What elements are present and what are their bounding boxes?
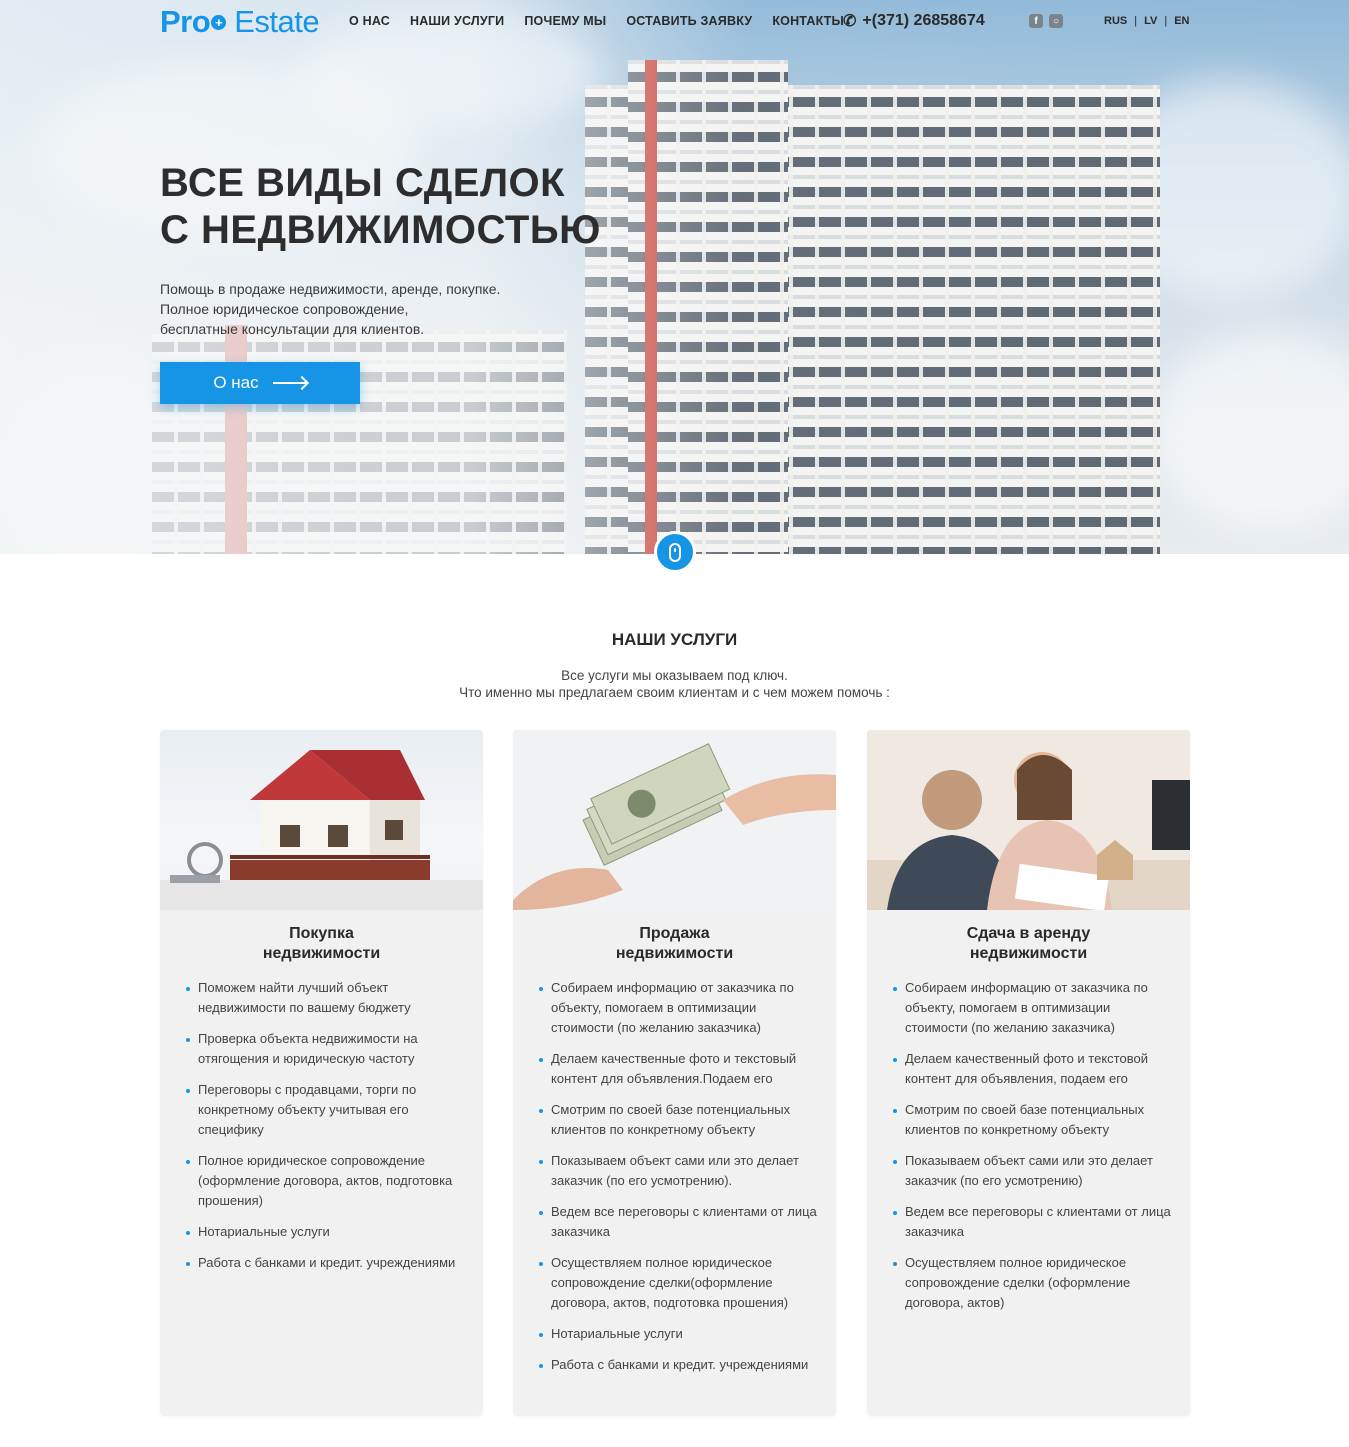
facebook-icon[interactable]: f xyxy=(1029,14,1043,28)
phone-icon: ✆ xyxy=(843,13,857,30)
list-item: Осуществляем полное юридическое сопровож… xyxy=(893,1253,1172,1313)
house-keys-image xyxy=(160,730,483,910)
services-title: НАШИ УСЛУГИ xyxy=(611,630,738,649)
about-button[interactable]: О нас xyxy=(160,362,360,404)
hero-text-line: Полное юридическое сопровождение, xyxy=(160,301,409,317)
lang-separator: | xyxy=(1164,15,1168,27)
list-item: Смотрим по своей базе потенциальных клие… xyxy=(893,1100,1172,1140)
logo-estate: Estate xyxy=(234,4,320,39)
service-card-sell: Продажа недвижимости Собираем информацию… xyxy=(513,730,836,1416)
card-title: Покупка недвижимости xyxy=(160,924,483,964)
nav-about[interactable]: О НАС xyxy=(349,14,390,28)
lang-rus[interactable]: RUS xyxy=(1104,15,1127,27)
card-title: Сдача в аренду недвижимости xyxy=(867,924,1190,964)
phone-number: +(371) 26858674 xyxy=(862,12,985,29)
lang-en[interactable]: EN xyxy=(1174,15,1189,27)
main-nav: О НАС НАШИ УСЛУГИ ПОЧЕМУ МЫ ОСТАВИТЬ ЗАЯ… xyxy=(349,14,844,28)
nav-why-us[interactable]: ПОЧЕМУ МЫ xyxy=(524,14,606,28)
language-switcher: RUS | LV | EN xyxy=(1104,15,1189,27)
logo-plus-icon: + xyxy=(211,14,227,30)
services-subtitle: Все услуги мы оказываем под ключ. Что им… xyxy=(0,667,1349,701)
nav-request[interactable]: ОСТАВИТЬ ЗАЯВКУ xyxy=(626,14,752,28)
money-hands-image xyxy=(513,730,836,910)
nav-services[interactable]: НАШИ УСЛУГИ xyxy=(410,14,504,28)
card-list: Собираем информацию от заказчика по объе… xyxy=(539,978,818,1375)
mouse-icon xyxy=(669,542,681,562)
list-item: Делаем качественные фото и текстовый кон… xyxy=(539,1049,818,1089)
hero-text-line: Помощь в продаже недвижимости, аренде, п… xyxy=(160,281,501,297)
list-item: Смотрим по своей базе потенциальных клие… xyxy=(539,1100,818,1140)
nav-contacts[interactable]: КОНТАКТЫ xyxy=(772,14,844,28)
card-list: Собираем информацию от заказчика по объе… xyxy=(893,978,1172,1313)
hero-title-line: С НЕДВИЖИМОСТЬЮ xyxy=(160,208,601,252)
list-item: Показываем объект сами или это делает за… xyxy=(893,1151,1172,1191)
scroll-down-button[interactable] xyxy=(654,531,696,573)
list-item: Делаем качественный фото и текстовой кон… xyxy=(893,1049,1172,1089)
card-title-line: недвижимости xyxy=(969,945,1088,962)
hero-title-line: ВСЕ ВИДЫ СДЕЛОК xyxy=(160,161,566,205)
instagram-icon[interactable]: ○ xyxy=(1049,14,1063,28)
list-item: Переговоры с продавцами, торги по конкре… xyxy=(186,1080,465,1140)
card-title: Продажа недвижимости xyxy=(513,924,836,964)
list-item: Осуществляем полное юридическое сопровож… xyxy=(539,1253,818,1313)
list-item: Работа с банками и кредит. учреждениями xyxy=(186,1253,465,1273)
phone-link[interactable]: ✆ +(371) 26858674 xyxy=(843,11,985,31)
social-links: f ○ xyxy=(1029,14,1063,28)
list-item: Проверка объекта недвижимости на отягоще… xyxy=(186,1029,465,1069)
list-item: Нотариальные услуги xyxy=(186,1222,465,1242)
lang-lv[interactable]: LV xyxy=(1144,15,1157,27)
couple-documents-image xyxy=(867,730,1190,910)
hero-title: ВСЕ ВИДЫ СДЕЛОК С НЕДВИЖИМОСТЬЮ xyxy=(160,160,601,254)
hero-text-line: бесплатные консультации для клиентов. xyxy=(160,321,425,337)
card-title-line: недвижимости xyxy=(615,945,734,962)
arrow-right-icon xyxy=(272,382,307,384)
card-title-line: недвижимости xyxy=(262,945,381,962)
card-title-line: Продажа xyxy=(639,925,710,942)
card-list: Поможем найти лучший объект недвижимости… xyxy=(186,978,465,1273)
list-item: Собираем информацию от заказчика по объе… xyxy=(539,978,818,1038)
list-item: Показываем объект сами или это делает за… xyxy=(539,1151,818,1191)
about-button-label: О нас xyxy=(213,373,259,392)
services-subtitle-line: Что именно мы предлагаем своим клиентам … xyxy=(459,685,890,700)
card-title-line: Сдача в аренду xyxy=(966,925,1091,942)
list-item: Поможем найти лучший объект недвижимости… xyxy=(186,978,465,1018)
lang-separator: | xyxy=(1134,15,1138,27)
list-item: Работа с банками и кредит. учреждениями xyxy=(539,1355,818,1375)
services-subtitle-line: Все услуги мы оказываем под ключ. xyxy=(561,668,788,683)
list-item: Полное юридическое сопровождение (оформл… xyxy=(186,1151,465,1211)
logo-pro: Pro xyxy=(160,4,211,39)
list-item: Ведем все переговоры с клиентами от лица… xyxy=(893,1202,1172,1242)
card-title-line: Покупка xyxy=(289,925,354,942)
list-item: Нотариальные услуги xyxy=(539,1324,818,1344)
list-item: Собираем информацию от заказчика по объе… xyxy=(893,978,1172,1038)
logo[interactable]: Pro + Estate xyxy=(160,4,320,40)
list-item: Ведем все переговоры с клиентами от лица… xyxy=(539,1202,818,1242)
service-card-buy: Покупка недвижимости Поможем найти лучши… xyxy=(160,730,483,1416)
service-card-rent: Сдача в аренду недвижимости Собираем инф… xyxy=(867,730,1190,1416)
hero-description: Помощь в продаже недвижимости, аренде, п… xyxy=(160,279,500,339)
